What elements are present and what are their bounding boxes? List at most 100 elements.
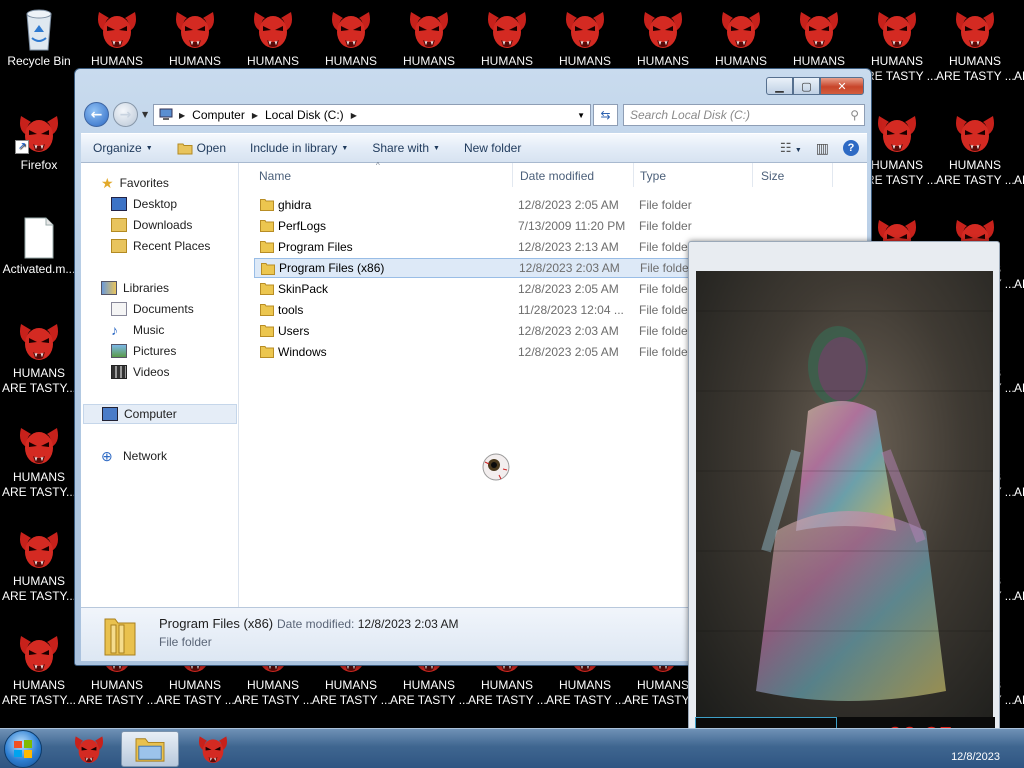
- humans-label-line1: HUMANS: [246, 678, 299, 692]
- humans-label-line1: HUMANS: [1014, 678, 1024, 693]
- file-name: tools: [278, 303, 304, 317]
- breadcrumb-local-disk[interactable]: Local Disk (C:): [261, 108, 348, 122]
- demon-face-icon: [74, 736, 104, 764]
- nav-desktop[interactable]: Desktop: [81, 194, 177, 214]
- column-header-date-modified[interactable]: Date modified: [520, 169, 594, 183]
- desktop-icon-humans-are-tasty[interactable]: HUMANS ARE TASTY...: [0, 526, 78, 604]
- column-divider[interactable]: [752, 163, 753, 187]
- share-with-label: Share with: [372, 141, 430, 155]
- file-type: File folder: [640, 261, 693, 275]
- desktop-icon-humans-are-tasty[interactable]: HUMANS ARE TASTY...: [0, 630, 78, 708]
- desktop-icon-humans-are-tasty[interactable]: HUMANSARE TASTY ...: [1014, 214, 1024, 292]
- desktop-icon-humans-are-tasty[interactable]: HUMANSARE TASTY ...: [1014, 318, 1024, 396]
- humans-label-line1: HUMANS: [12, 678, 65, 692]
- share-with-button[interactable]: Share with ▼: [360, 141, 452, 155]
- help-button[interactable]: ?: [843, 140, 859, 156]
- nav-documents[interactable]: Documents: [81, 299, 194, 319]
- column-divider[interactable]: [832, 163, 833, 187]
- desktop-icon-firefox[interactable]: ↗ Firefox: [0, 110, 78, 173]
- back-button[interactable]: ←: [84, 102, 109, 127]
- demon-face-icon: [198, 736, 228, 764]
- nav-pictures[interactable]: Pictures: [81, 341, 176, 361]
- humans-label-line1: HUMANS: [1014, 158, 1024, 173]
- nav-network[interactable]: ⊕ Network: [81, 446, 167, 466]
- file-type: File folder: [639, 219, 692, 233]
- file-row[interactable]: PerfLogs 7/13/2009 11:20 PM File folder: [254, 216, 854, 236]
- desktop-icon-humans-are-tasty[interactable]: HUMANS ARE TASTY...: [0, 422, 78, 500]
- taskbar-demon-app-2[interactable]: [184, 731, 242, 767]
- file-row[interactable]: ghidra 12/8/2023 2:05 AM File folder: [254, 195, 854, 215]
- open-button[interactable]: Open: [165, 141, 238, 155]
- nav-libraries[interactable]: Libraries: [81, 278, 169, 298]
- nav-downloads[interactable]: Downloads: [81, 215, 192, 235]
- address-dropdown-icon[interactable]: ▼: [572, 111, 590, 120]
- forward-button[interactable]: →: [113, 102, 138, 127]
- start-button[interactable]: [4, 730, 42, 768]
- breadcrumb-separator-icon: ▶: [251, 110, 258, 120]
- column-header-name[interactable]: Name: [259, 169, 291, 183]
- taskbar-explorer[interactable]: [121, 731, 179, 767]
- nav-music[interactable]: ♪ Music: [81, 320, 164, 340]
- folder-icon: [260, 220, 274, 232]
- humans-label-line2: ARE TASTY ...: [78, 693, 156, 707]
- search-input[interactable]: Search Local Disk (C:) ⚲: [623, 104, 865, 126]
- glitched-girl-image: [696, 310, 993, 701]
- demon-face-icon: [877, 11, 917, 49]
- demon-face-icon: [175, 11, 215, 49]
- humans-label-line1: HUMANS: [480, 54, 533, 68]
- desktop-icon-recycle-bin[interactable]: Recycle Bin: [0, 6, 78, 69]
- organize-button[interactable]: Organize ▼: [81, 141, 165, 155]
- desktop-icon-humans-are-tasty[interactable]: HUMANSARE TASTY ...: [1014, 110, 1024, 188]
- desktop-icon-humans-are-tasty[interactable]: HUMANS ARE TASTY...: [0, 318, 78, 396]
- preview-pane-button[interactable]: ▥: [816, 140, 829, 157]
- humans-label-line1: HUMANS: [12, 574, 65, 588]
- address-row: ← → ▼ ▶ Computer ▶ Local Disk (C:) ▶ ▼ ⇆…: [81, 101, 867, 129]
- humans-label-line1: HUMANS: [168, 54, 221, 68]
- column-divider[interactable]: [633, 163, 634, 187]
- desktop-icon-humans-are-tasty[interactable]: HUMANSARE TASTY ...: [936, 110, 1014, 188]
- humans-label-line2: ARE TASTY ...: [546, 693, 624, 707]
- address-bar[interactable]: ▶ Computer ▶ Local Disk (C:) ▶ ▼: [153, 104, 591, 126]
- include-in-library-button[interactable]: Include in library ▼: [238, 141, 360, 155]
- humans-label-line1: HUMANS: [90, 54, 143, 68]
- file-type: File folder: [639, 345, 692, 359]
- column-divider[interactable]: [512, 163, 513, 187]
- libraries-icon: [101, 281, 117, 295]
- humans-label-line1: HUMANS: [1014, 470, 1024, 485]
- desktop-icon-activated[interactable]: Activated.m...: [0, 216, 78, 277]
- eyeball-cursor-icon: [482, 453, 510, 481]
- humans-label-line1: HUMANS: [324, 678, 377, 692]
- desktop-icon-humans-are-tasty[interactable]: HUMANSARE TASTY ...: [936, 6, 1014, 84]
- nav-computer[interactable]: Computer: [83, 404, 237, 424]
- nav-videos[interactable]: Videos: [81, 362, 169, 382]
- column-header-size[interactable]: Size: [761, 169, 784, 183]
- firefox-label: Firefox: [20, 158, 58, 172]
- new-folder-button[interactable]: New folder: [452, 141, 533, 155]
- demon-face-icon: [253, 11, 293, 49]
- demon-face-icon: [955, 11, 995, 49]
- breadcrumb-computer[interactable]: Computer: [188, 108, 249, 122]
- desktop-icon-humans-are-tasty[interactable]: HUMANSARE TASTY ...: [1014, 630, 1024, 708]
- taskbar-clock-date[interactable]: 12/8/2023: [951, 751, 1000, 763]
- nav-recent-places[interactable]: Recent Places: [81, 236, 210, 256]
- change-view-button[interactable]: ☷ ▼: [780, 140, 802, 156]
- maximize-button[interactable]: ▢: [793, 77, 820, 95]
- nav-favorites[interactable]: ★ Favorites: [81, 173, 169, 193]
- command-bar: Organize ▼ Open Include in library ▼ Sha…: [81, 133, 867, 163]
- sort-ascending-icon: ^: [376, 161, 380, 170]
- minimize-button[interactable]: ▁: [766, 77, 793, 95]
- forward-arrow-icon: →: [119, 106, 132, 123]
- breadcrumb-separator-icon: ▶: [179, 110, 186, 120]
- close-button[interactable]: ✕: [820, 77, 864, 95]
- taskbar-demon-app[interactable]: [60, 731, 118, 767]
- humans-label-line1: HUMANS: [12, 366, 65, 380]
- file-name: ghidra: [278, 198, 312, 212]
- desktop-icon-humans-are-tasty[interactable]: HUMANSARE TASTY ...: [1014, 422, 1024, 500]
- recent-pages-dropdown-icon[interactable]: ▼: [142, 110, 148, 119]
- column-header-type[interactable]: Type: [640, 169, 666, 183]
- humans-label-line1: HUMANS: [480, 678, 533, 692]
- refresh-button[interactable]: ⇆: [593, 104, 618, 126]
- desktop-icon-humans-are-tasty[interactable]: HUMANSARE TASTY ...: [1014, 6, 1024, 84]
- desktop-icon-humans-are-tasty[interactable]: HUMANSARE TASTY ...: [1014, 526, 1024, 604]
- search-icon: ⚲: [850, 108, 859, 122]
